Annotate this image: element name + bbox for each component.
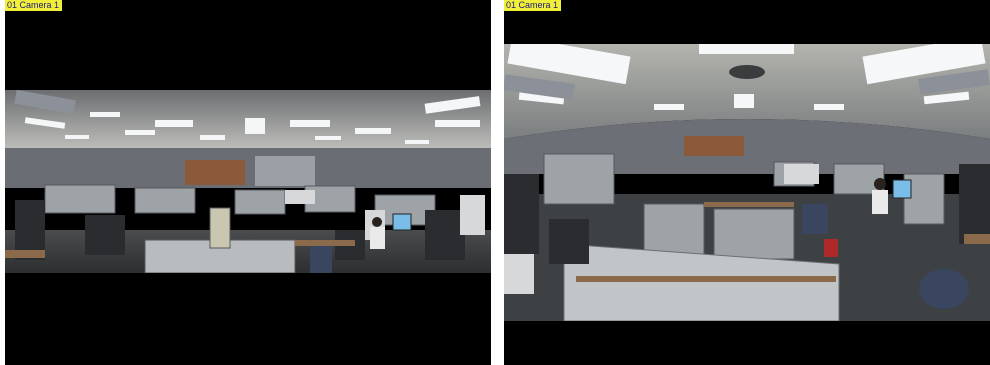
- camera-view-panorama[interactable]: 01 Camera 1: [5, 0, 491, 365]
- panorama-video-frame: [5, 90, 491, 273]
- camera-label: 01 Camera 1: [504, 0, 562, 11]
- camera-view-fisheye[interactable]: 01 Camera 1: [504, 0, 990, 365]
- camera-label: 01 Camera 1: [5, 0, 63, 11]
- fisheye-video-frame: [504, 44, 990, 321]
